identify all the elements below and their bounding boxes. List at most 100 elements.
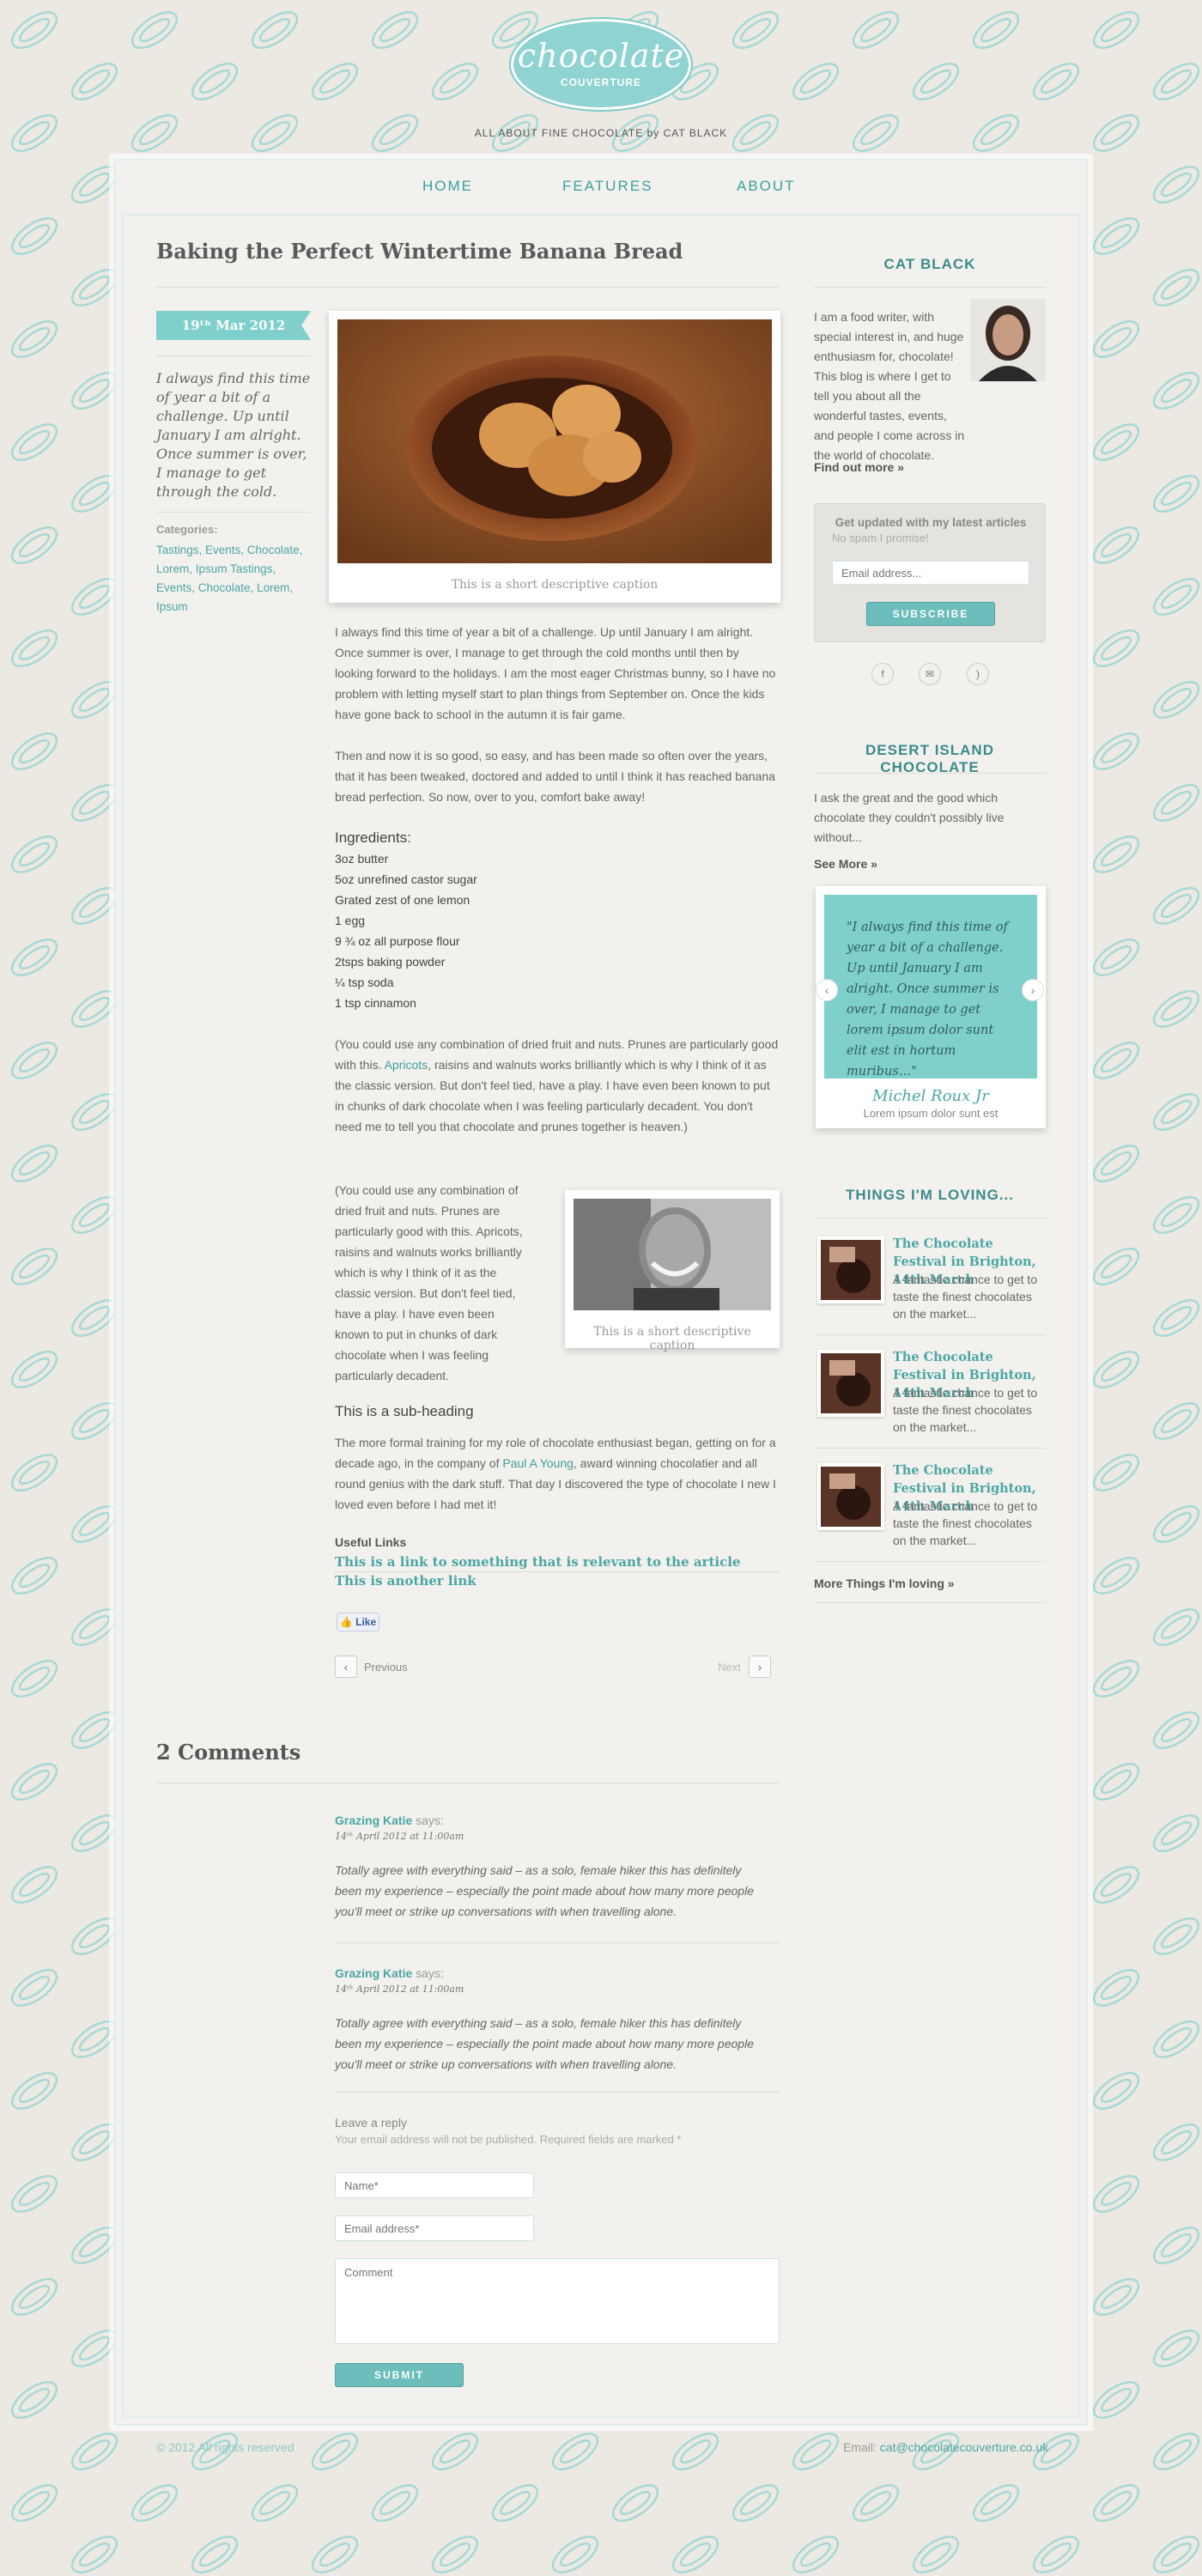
loving-item-text: A fantastic chance to get to taste the f…	[893, 1273, 1038, 1321]
loving-thumbnail[interactable]	[817, 1463, 884, 1530]
email-field[interactable]	[335, 2215, 534, 2241]
divider	[156, 512, 311, 513]
paragraph-left: (You could use any combination of dried …	[335, 1183, 523, 1382]
footer-email: Email: cat@chocolatecouverture.co.uk	[843, 2440, 1048, 2454]
apricots-link[interactable]: Apricots	[385, 1058, 428, 1072]
paragraph: I always find this time of year a bit of…	[335, 625, 776, 721]
comment-text: Totally agree with everything said – as …	[335, 2016, 754, 2071]
chocolate-thumbnail-image	[821, 1467, 881, 1527]
author-bio: I am a food writer, with special interes…	[814, 307, 967, 465]
facebook-like-button[interactable]: 👍 Like	[337, 1613, 379, 1631]
find-out-more-link[interactable]: Find out more »	[814, 460, 904, 474]
newsletter-signup: Get updated with my latest articles No s…	[814, 503, 1046, 642]
comment-date: 14ᵗʰ April 2012 at 11:00am	[335, 1831, 464, 1842]
comment-author-name[interactable]: Grazing Katie	[335, 1966, 412, 1980]
ingredient-item: 3oz butter	[335, 852, 389, 866]
like-label: Like	[355, 1616, 377, 1628]
footer-email-link[interactable]: cat@chocolatecouverture.co.uk	[880, 2440, 1048, 2454]
divider	[335, 2092, 780, 2093]
comment-author[interactable]: Grazing Katie says:	[335, 1966, 444, 1980]
useful-links-heading: Useful Links	[335, 1535, 407, 1549]
article-title: Baking the Perfect Wintertime Banana Bre…	[156, 239, 683, 264]
facebook-icon[interactable]: f	[871, 663, 894, 685]
ingredient-item: 9 ¾ oz all purpose flour	[335, 934, 460, 948]
signup-subtitle: No spam I promise!	[832, 532, 929, 544]
paragraph: The more formal training for my role of …	[335, 1432, 780, 1515]
desert-island-text: I ask the great and the good which choco…	[814, 791, 1005, 844]
author-heading: CAT BLACK	[883, 256, 976, 272]
previous-label[interactable]: Previous	[364, 1661, 408, 1674]
comment-author-name[interactable]: Grazing Katie	[335, 1814, 412, 1827]
next-button[interactable]: ›	[749, 1656, 771, 1678]
article-intro: I always find this time of year a bit of…	[156, 370, 311, 500]
date-badge: 19ᵗʰ Mar 2012	[156, 311, 311, 340]
divider	[814, 1334, 1046, 1335]
chevron-right-icon: ›	[757, 1660, 762, 1674]
paragraph: Then and now it is so good, so easy, and…	[335, 749, 775, 804]
loving-item-text: A fantastic chance to get to taste the f…	[893, 1386, 1038, 1434]
loving-thumbnail[interactable]	[817, 1236, 884, 1303]
loving-thumbnail[interactable]	[817, 1350, 884, 1417]
author-avatar	[970, 299, 1046, 381]
chocolate-thumbnail-image	[821, 1240, 881, 1300]
chocolate-thumbnail-image	[821, 1353, 881, 1413]
comment-text: Totally agree with everything said – as …	[335, 1863, 754, 1918]
says-label: says:	[412, 1966, 444, 1980]
submit-button[interactable]: SUBMIT	[335, 2363, 464, 2387]
previous-button[interactable]: ‹	[335, 1656, 357, 1678]
chevron-left-icon: ‹	[343, 1660, 349, 1674]
ingredient-item: 5oz unrefined castor sugar	[335, 872, 477, 886]
useful-link[interactable]: This is another link	[335, 1571, 780, 1590]
categories-label: Categories:	[156, 523, 218, 536]
main-photo: This is a short descriptive caption	[329, 311, 780, 603]
chef-portrait-image	[574, 1199, 771, 1310]
divider	[156, 287, 780, 288]
ingredient-item: Grated zest of one lemon	[335, 893, 470, 907]
ingredient-item: 1 egg	[335, 914, 366, 927]
see-more-link[interactable]: See More »	[814, 857, 877, 871]
thumbs-up-icon: 👍	[339, 1616, 353, 1628]
quote-text: "I always find this time of year a bit o…	[824, 895, 1037, 1078]
quote-author: Michel Roux Jr	[872, 1087, 989, 1105]
comment-author[interactable]: Grazing Katie says:	[335, 1814, 444, 1827]
article-body: I always find this time of year a bit of…	[335, 622, 780, 1137]
secondary-photo: This is a short descriptive caption	[565, 1190, 780, 1352]
useful-link[interactable]: This is a link to something that is rele…	[335, 1552, 780, 1571]
signup-title: Get updated with my latest articles	[835, 516, 1027, 529]
says-label: says:	[412, 1814, 444, 1827]
next-label[interactable]: Next	[718, 1661, 741, 1674]
carousel-next-icon[interactable]: ›	[1022, 979, 1044, 1001]
reply-heading: Leave a reply	[335, 2116, 408, 2129]
divider	[335, 1571, 780, 1572]
ingredient-item: 2tsps baking powder	[335, 955, 446, 969]
rss-icon[interactable]: )	[967, 663, 989, 685]
photo-caption: This is a short descriptive caption	[451, 578, 659, 592]
desert-island-heading: DESERT ISLAND CHOCOLATE	[865, 742, 994, 775]
carousel-prev-icon[interactable]: ‹	[816, 979, 838, 1001]
paragraph: (You could use any combination of dried …	[335, 1034, 780, 1137]
comment-textarea[interactable]	[335, 2258, 780, 2344]
newsletter-email-input[interactable]	[832, 561, 1029, 585]
things-loving-heading: THINGS I'M LOVING...	[846, 1187, 1014, 1203]
categories-list[interactable]: Tastings, Events, Chocolate, Lorem, Ipsu…	[156, 541, 311, 617]
comments-title: 2 Comments	[156, 1740, 301, 1765]
banana-bread-image	[337, 319, 772, 563]
ingredients-list: 3oz butter 5oz unrefined castor sugar Gr…	[335, 848, 780, 1013]
divider	[814, 1448, 1046, 1449]
paul-a-young-link[interactable]: Paul A Young	[502, 1456, 574, 1470]
loving-item-text: A fantastic chance to get to taste the f…	[893, 1499, 1038, 1547]
photo-caption: This is a short descriptive caption	[593, 1325, 751, 1352]
ingredients-heading: Ingredients:	[335, 829, 411, 846]
name-field[interactable]	[335, 2172, 534, 2198]
divider	[814, 773, 1046, 774]
quote-carousel: "I always find this time of year a bit o…	[816, 886, 1046, 1128]
footer-email-label: Email:	[843, 2440, 880, 2454]
email-icon[interactable]: ✉	[919, 663, 941, 685]
ingredient-item: 1 tsp cinnamon	[335, 996, 416, 1010]
divider	[814, 1561, 1046, 1562]
footer-copyright: © 2012 All rights reserved	[156, 2440, 294, 2454]
article-body-lower: This is a sub-heading The more formal tr…	[335, 1401, 780, 1590]
subscribe-button[interactable]: SUBSCRIBE	[866, 602, 995, 626]
divider	[814, 287, 1046, 288]
more-loving-link[interactable]: More Things I'm loving »	[814, 1577, 955, 1590]
